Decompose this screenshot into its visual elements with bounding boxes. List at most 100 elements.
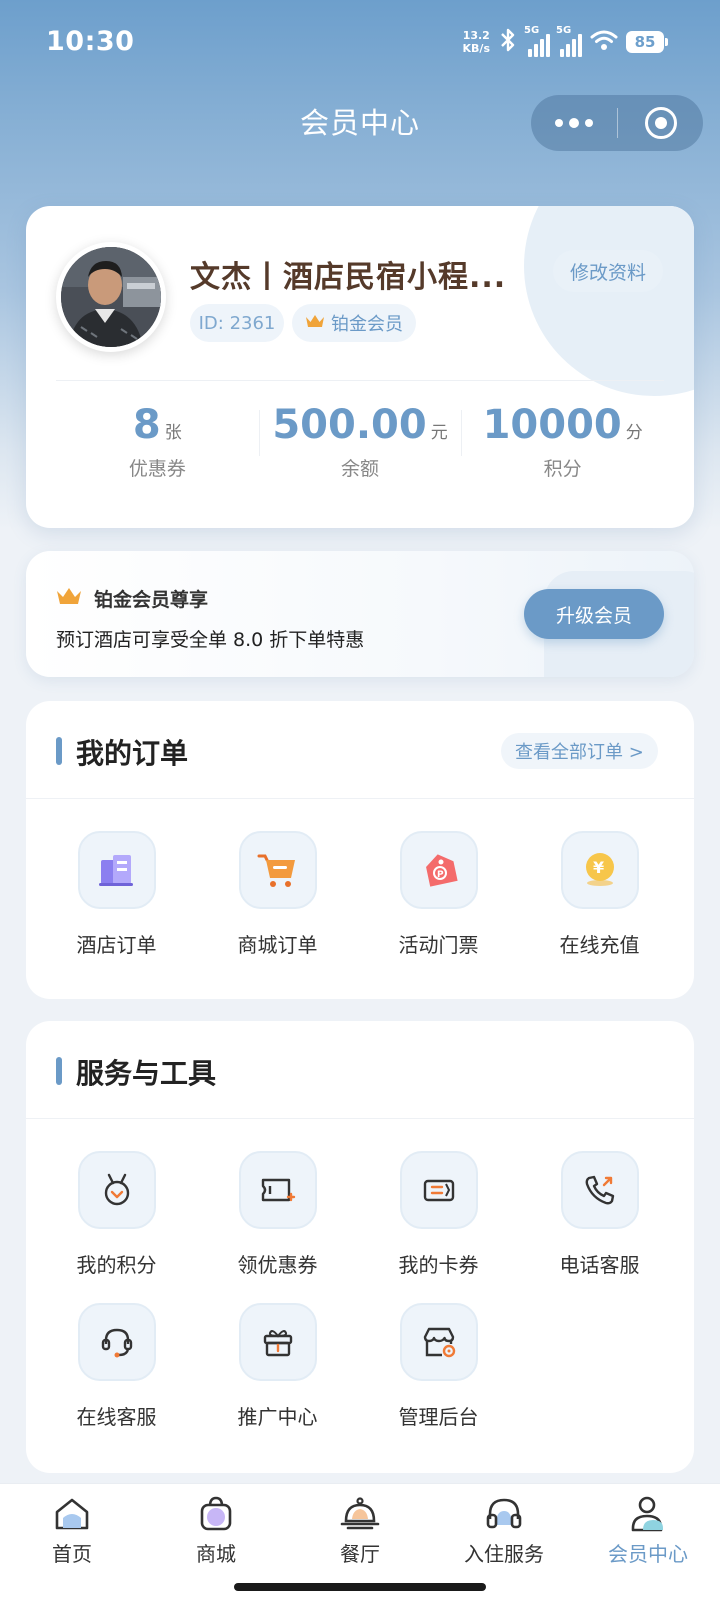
service-item-my-cards[interactable]: 我的卡券	[358, 1151, 519, 1303]
phone-icon	[560, 1151, 639, 1229]
svg-text:¥: ¥	[593, 858, 604, 877]
stat-label: 积分	[543, 458, 582, 480]
net-speed-value: 13.2	[462, 29, 490, 42]
stats-row: 8 张 优惠券 500.00 元 余额 10000 分 积分	[56, 402, 664, 492]
section-title: 我的订单	[76, 737, 189, 770]
signal-5g-label: 5G	[524, 24, 540, 36]
gift-icon	[238, 1303, 317, 1381]
vip-title-row: 铂金会员尊享	[56, 585, 208, 612]
stat-points[interactable]: 10000 分 积分	[461, 402, 664, 492]
vip-title: 铂金会员尊享	[94, 589, 209, 611]
grid-item-label: 领优惠券	[237, 1253, 318, 1277]
tab-label: 商城	[196, 1542, 236, 1566]
yuan-coin-icon: ¥	[560, 831, 639, 909]
tab-label: 首页	[52, 1542, 92, 1566]
hotel-icon	[77, 831, 156, 909]
profile-decoration	[524, 206, 694, 396]
headset-icon	[77, 1303, 156, 1381]
order-item-recharge[interactable]: ¥ 在线充值	[519, 831, 680, 983]
close-target-icon[interactable]	[618, 95, 703, 151]
wifi-icon	[590, 28, 618, 56]
bluetooth-icon	[498, 27, 518, 57]
order-item-shop[interactable]: 商城订单	[197, 831, 358, 983]
grid-item-label: 管理后台	[398, 1405, 479, 1429]
cart-icon	[238, 831, 317, 909]
member-level-label: 铂金会员	[331, 314, 403, 335]
status-time: 10:30	[46, 26, 135, 57]
miniprogram-capsule	[531, 95, 703, 151]
order-item-hotel[interactable]: 酒店订单	[36, 831, 197, 983]
stat-unit: 张	[164, 423, 182, 443]
grid-item-label: 在线充值	[559, 933, 640, 957]
svg-text:P: P	[437, 870, 444, 880]
grid-item-label: 酒店订单	[76, 933, 157, 957]
status-bar: 10:30 13.2 KB/s 5G 5G 85	[0, 0, 720, 84]
medal-icon	[77, 1151, 156, 1229]
my-orders-card: 我的订单 查看全部订单 > 酒店订单 商城订单 P 活动门票 ¥ 在线充值	[26, 701, 694, 999]
tab-home[interactable]: 首页	[0, 1484, 144, 1602]
home-indicator[interactable]	[234, 1583, 486, 1591]
user-id-badge: ID: 2361	[190, 304, 284, 342]
signal-icon: 5G	[556, 24, 582, 57]
stat-value: 8	[132, 402, 161, 448]
vip-description: 预订酒店可享受全单 8.0 折下单特惠	[56, 629, 365, 651]
upgrade-member-button[interactable]: 升级会员	[524, 589, 664, 639]
vip-benefit-card: 铂金会员尊享 预订酒店可享受全单 8.0 折下单特惠 升级会员	[26, 551, 694, 677]
stat-label: 优惠券	[128, 458, 186, 480]
stat-value: 500.00	[272, 402, 427, 448]
user-name: 文杰丨酒店民宿小程...	[190, 260, 507, 295]
section-title: 服务与工具	[76, 1057, 217, 1090]
tab-label: 入住服务	[464, 1542, 544, 1566]
service-item-online-support[interactable]: 在线客服	[36, 1303, 197, 1455]
stat-value: 10000	[482, 402, 622, 448]
grid-item-label: 电话客服	[559, 1253, 640, 1277]
net-speed-unit: KB/s	[462, 42, 490, 55]
tab-label: 餐厅	[340, 1542, 380, 1566]
more-icon[interactable]	[531, 95, 617, 151]
services-grid: 我的积分 领优惠券 我的卡券 电话客服 在线客服 推广中心 管理后台	[26, 1151, 694, 1455]
battery-icon: 85	[626, 31, 668, 53]
stat-balance[interactable]: 500.00 元 余额	[258, 402, 462, 492]
edit-profile-button[interactable]: 修改资料	[553, 250, 663, 292]
grid-item-label: 我的积分	[76, 1253, 157, 1277]
headphones-icon	[484, 1494, 524, 1534]
signal-icon: 5G	[524, 24, 550, 57]
member-level-badge: 铂金会员	[292, 304, 416, 342]
service-item-phone-support[interactable]: 电话客服	[519, 1151, 680, 1303]
grid-item-label: 在线客服	[76, 1405, 157, 1429]
tab-member-center[interactable]: 会员中心	[576, 1484, 720, 1602]
tab-label: 会员中心	[608, 1542, 688, 1566]
section-accent-bar	[56, 737, 62, 765]
service-item-get-coupon[interactable]: 领优惠券	[197, 1151, 358, 1303]
signal-5g-label-2: 5G	[556, 24, 572, 36]
crown-icon	[56, 586, 82, 611]
order-item-tickets[interactable]: P 活动门票	[358, 831, 519, 983]
section-accent-bar	[56, 1057, 62, 1085]
shopping-bag-icon	[196, 1494, 236, 1534]
coupon-add-icon	[238, 1151, 317, 1229]
stat-label: 余额	[341, 458, 380, 480]
section-header: 我的订单 查看全部订单 >	[26, 701, 694, 799]
net-speed: 13.2 KB/s	[463, 29, 490, 55]
user-icon	[628, 1494, 668, 1534]
card-icon	[399, 1151, 478, 1229]
service-item-admin[interactable]: 管理后台	[358, 1303, 519, 1455]
services-card: 服务与工具 我的积分 领优惠券 我的卡券 电话客服 在线客服 推广中心 管理后台	[26, 1021, 694, 1473]
view-all-orders-link[interactable]: 查看全部订单 >	[501, 733, 658, 769]
stat-unit: 元	[430, 423, 448, 443]
grid-item-label: 我的卡券	[398, 1253, 479, 1277]
orders-grid: 酒店订单 商城订单 P 活动门票 ¥ 在线充值	[26, 831, 694, 983]
avatar[interactable]	[56, 242, 166, 352]
section-header: 服务与工具	[26, 1021, 694, 1119]
store-settings-icon	[399, 1303, 478, 1381]
service-item-points[interactable]: 我的积分	[36, 1151, 197, 1303]
status-icons: 13.2 KB/s 5G 5G 85	[463, 24, 668, 60]
grid-item-label: 商城订单	[237, 933, 318, 957]
service-item-promotion[interactable]: 推广中心	[197, 1303, 358, 1455]
crown-icon	[305, 313, 325, 334]
profile-card: 文杰丨酒店民宿小程... 修改资料 ID: 2361 铂金会员 8 张 优惠券 …	[26, 206, 694, 528]
ticket-tag-icon: P	[399, 831, 478, 909]
stat-unit: 分	[625, 423, 643, 443]
stat-coupons[interactable]: 8 张 优惠券	[56, 402, 259, 492]
grid-item-label: 活动门票	[398, 933, 479, 957]
